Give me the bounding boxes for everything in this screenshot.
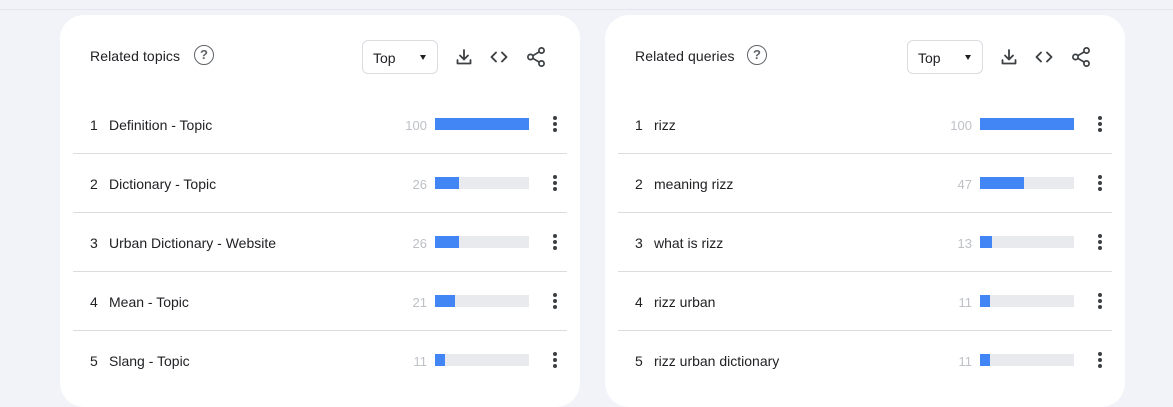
list-item[interactable]: 2 meaning rizz 47: [618, 154, 1112, 213]
related-queries-panel: Related queries ? Top 1 rizz 100 2 meani…: [605, 15, 1125, 407]
caret-down-icon: [420, 55, 426, 60]
interest-bar-fill: [980, 177, 1025, 189]
topic-link[interactable]: Urban Dictionary - Website: [109, 235, 276, 251]
interest-value: 11: [413, 354, 428, 369]
more-vert-icon[interactable]: [549, 232, 561, 252]
related-queries-list: 1 rizz 100 2 meaning rizz 47 3 what is r…: [618, 95, 1112, 390]
interest-bar-fill: [435, 354, 446, 366]
more-vert-icon[interactable]: [549, 291, 561, 311]
interest-value: 11: [958, 295, 973, 310]
more-vert-icon[interactable]: [1094, 350, 1106, 370]
panel-title: Related topics: [90, 48, 181, 64]
interest-value: 100: [950, 118, 972, 133]
interest-value: 11: [958, 354, 973, 369]
related-topics-panel: Related topics ? Top 1 Definition - Topi…: [60, 15, 580, 407]
interest-bar: [435, 236, 529, 248]
rank-number: 1: [635, 117, 643, 133]
query-link[interactable]: rizz: [654, 117, 676, 133]
rank-number: 4: [90, 294, 98, 310]
more-vert-icon[interactable]: [549, 114, 561, 134]
interest-value: 26: [412, 236, 427, 251]
interest-bar: [980, 295, 1074, 307]
download-icon[interactable]: [998, 46, 1020, 68]
interest-bar: [435, 118, 529, 130]
interest-bar-fill: [980, 354, 991, 366]
query-link[interactable]: what is rizz: [654, 235, 723, 251]
more-vert-icon[interactable]: [1094, 114, 1106, 134]
panel-title: Related queries: [635, 48, 735, 64]
interest-value: 26: [412, 177, 427, 192]
help-icon[interactable]: ?: [194, 45, 214, 65]
interest-bar-fill: [435, 177, 460, 189]
interest-bar: [435, 354, 529, 366]
query-link[interactable]: meaning rizz: [654, 176, 733, 192]
list-item[interactable]: 1 Definition - Topic 100: [73, 95, 567, 154]
interest-bar: [980, 118, 1074, 130]
rank-number: 4: [635, 294, 643, 310]
interest-bar-fill: [980, 118, 1074, 130]
embed-code-icon[interactable]: [488, 46, 510, 68]
rank-number: 5: [90, 353, 98, 369]
share-icon[interactable]: [1070, 46, 1092, 68]
interest-value: 13: [957, 236, 972, 251]
sort-select[interactable]: Top: [362, 40, 438, 74]
share-icon[interactable]: [525, 46, 547, 68]
query-link[interactable]: rizz urban dictionary: [654, 353, 779, 369]
interest-bar-fill: [435, 295, 455, 307]
rank-number: 1: [90, 117, 98, 133]
interest-bar: [980, 236, 1074, 248]
interest-bar: [980, 177, 1074, 189]
embed-code-icon[interactable]: [1033, 46, 1055, 68]
interest-value: 47: [957, 177, 972, 192]
list-item[interactable]: 4 rizz urban 11: [618, 272, 1112, 331]
sort-select-value: Top: [918, 50, 941, 66]
rank-number: 5: [635, 353, 643, 369]
rank-number: 3: [635, 235, 643, 251]
more-vert-icon[interactable]: [549, 350, 561, 370]
interest-bar: [435, 295, 529, 307]
sort-select-value: Top: [373, 50, 396, 66]
caret-down-icon: [965, 55, 971, 60]
interest-bar-fill: [435, 236, 460, 248]
related-topics-list: 1 Definition - Topic 100 2 Dictionary - …: [73, 95, 567, 390]
interest-bar-fill: [980, 295, 991, 307]
download-icon[interactable]: [453, 46, 475, 68]
list-item[interactable]: 5 Slang - Topic 11: [73, 331, 567, 390]
topic-link[interactable]: Slang - Topic: [109, 353, 190, 369]
list-item[interactable]: 3 Urban Dictionary - Website 26: [73, 213, 567, 272]
interest-value: 100: [405, 118, 427, 133]
more-vert-icon[interactable]: [1094, 232, 1106, 252]
topic-link[interactable]: Mean - Topic: [109, 294, 189, 310]
more-vert-icon[interactable]: [1094, 291, 1106, 311]
topic-link[interactable]: Dictionary - Topic: [109, 176, 216, 192]
rank-number: 3: [90, 235, 98, 251]
interest-bar-fill: [435, 118, 529, 130]
sort-select[interactable]: Top: [907, 40, 983, 74]
panel-header: Related queries ? Top: [605, 15, 1125, 95]
help-icon[interactable]: ?: [747, 45, 767, 65]
list-item[interactable]: 2 Dictionary - Topic 26: [73, 154, 567, 213]
rank-number: 2: [90, 176, 98, 192]
topic-link[interactable]: Definition - Topic: [109, 117, 212, 133]
list-item[interactable]: 5 rizz urban dictionary 11: [618, 331, 1112, 390]
panel-header: Related topics ? Top: [60, 15, 580, 95]
more-vert-icon[interactable]: [549, 173, 561, 193]
more-vert-icon[interactable]: [1094, 173, 1106, 193]
top-divider: [0, 9, 1173, 10]
query-link[interactable]: rizz urban: [654, 294, 715, 310]
list-item[interactable]: 3 what is rizz 13: [618, 213, 1112, 272]
interest-bar: [435, 177, 529, 189]
interest-bar: [980, 354, 1074, 366]
list-item[interactable]: 1 rizz 100: [618, 95, 1112, 154]
list-item[interactable]: 4 Mean - Topic 21: [73, 272, 567, 331]
interest-bar-fill: [980, 236, 993, 248]
rank-number: 2: [635, 176, 643, 192]
interest-value: 21: [412, 295, 427, 310]
